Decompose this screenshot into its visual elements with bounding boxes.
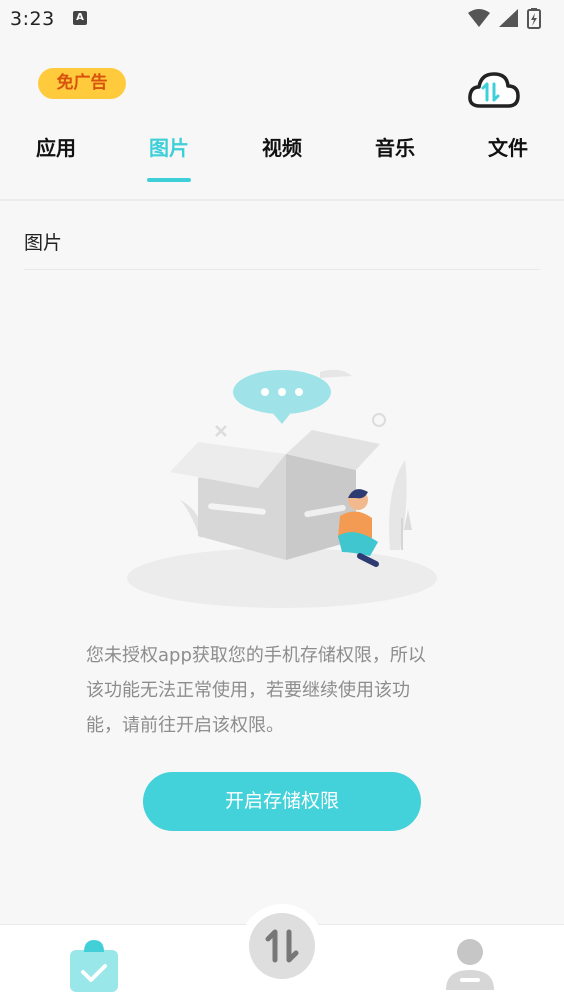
tab-apps[interactable]: 应用 [16,132,96,161]
cloud-transfer-icon[interactable] [466,68,522,112]
status-bar: 3:23 A [0,0,564,38]
section-divider [24,269,540,270]
tabs-divider [0,199,564,201]
message-line: 该功能无法正常使用，若要继续使用该功 [86,680,410,701]
enable-storage-permission-button[interactable]: 开启存储权限 [143,772,421,831]
tab-music[interactable]: 音乐 [355,132,435,161]
message-line: 您未授权app获取您的手机存储权限，所以 [86,645,426,666]
status-time: 3:23 [10,8,55,30]
tab-files[interactable]: 文件 [468,132,548,161]
clipboard-check-icon[interactable] [68,940,120,992]
transfer-arrows-icon[interactable] [248,912,316,980]
cell-signal-icon [499,9,518,27]
profile-icon[interactable] [444,938,496,990]
section-title: 图片 [24,232,63,254]
category-tabs: 应用 图片 视频 音乐 文件 [0,118,564,186]
tab-videos[interactable]: 视频 [242,132,322,161]
top-bar: 免广告 [0,60,564,120]
permission-message: 您未授权app获取您的手机存储权限，所以 该功能无法正常使用，若要继续使用该功 … [86,638,486,743]
message-line: 能，请前往开启该权限。 [86,715,284,736]
status-icons [468,8,541,29]
active-tab-indicator [147,178,191,182]
tab-images[interactable]: 图片 [129,132,209,161]
notification-icon: A [73,11,87,25]
empty-state-illustration [127,369,437,608]
battery-charging-icon [527,8,541,29]
remove-ads-button[interactable]: 免广告 [38,68,126,99]
wifi-icon [468,9,490,27]
